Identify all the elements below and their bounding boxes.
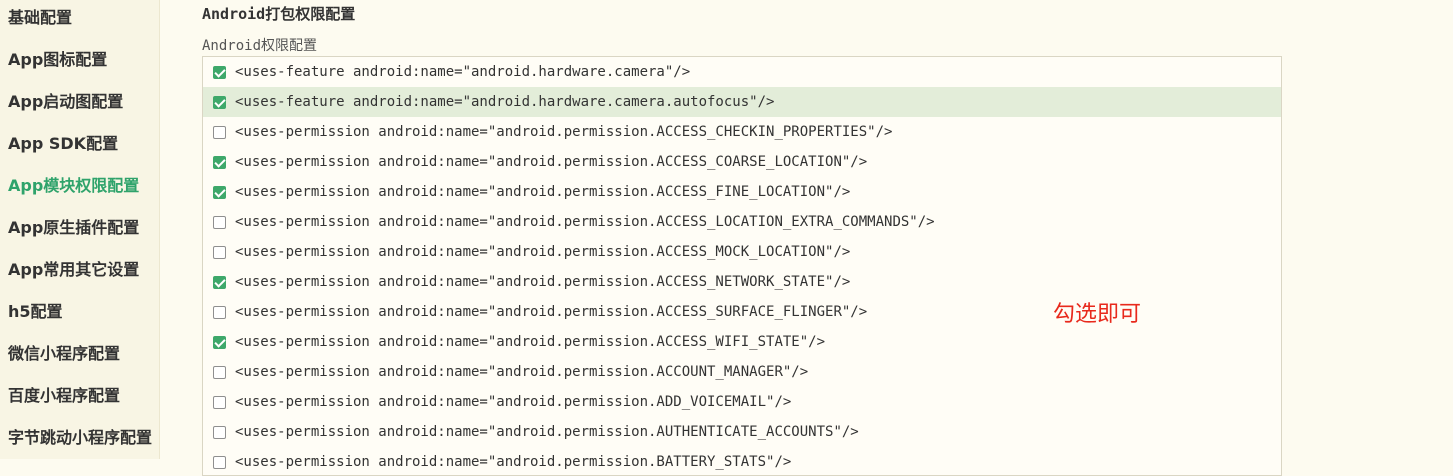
permission-row[interactable]: <uses-permission android:name="android.p… bbox=[203, 147, 1281, 177]
permission-text: <uses-feature android:name="android.hard… bbox=[235, 64, 691, 80]
permission-row[interactable]: <uses-permission android:name="android.p… bbox=[203, 117, 1281, 147]
sidebar-item-app-sdk-config[interactable]: App SDK配置 bbox=[0, 126, 159, 168]
permission-checkbox[interactable] bbox=[213, 425, 226, 439]
permission-text: <uses-permission android:name="android.p… bbox=[235, 334, 826, 350]
permission-text: <uses-permission android:name="android.p… bbox=[235, 274, 851, 290]
permission-checkbox[interactable] bbox=[213, 365, 226, 379]
permission-checkbox[interactable] bbox=[213, 95, 226, 109]
annotation-note: 勾选即可 bbox=[1053, 302, 1142, 327]
permission-row[interactable]: <uses-permission android:name="android.p… bbox=[203, 267, 1281, 297]
permission-text: <uses-permission android:name="android.p… bbox=[235, 394, 792, 410]
sidebar-item-h5-config[interactable]: h5配置 bbox=[0, 294, 159, 336]
permission-row[interactable]: <uses-permission android:name="android.p… bbox=[203, 447, 1281, 475]
permission-checkbox[interactable] bbox=[213, 155, 226, 169]
permission-text: <uses-permission android:name="android.p… bbox=[235, 304, 868, 320]
permission-checkbox[interactable] bbox=[213, 305, 226, 319]
main-content: Android打包权限配置 Android权限配置 <uses-feature … bbox=[160, 0, 1453, 476]
permission-row[interactable]: <uses-permission android:name="android.p… bbox=[203, 237, 1281, 267]
sidebar-item-weixin-miniprogram-config[interactable]: 微信小程序配置 bbox=[0, 336, 159, 378]
permission-row[interactable]: <uses-permission android:name="android.p… bbox=[203, 177, 1281, 207]
permission-text: <uses-permission android:name="android.p… bbox=[235, 244, 851, 260]
permission-row[interactable]: <uses-feature android:name="android.hard… bbox=[203, 57, 1281, 87]
permission-row[interactable]: <uses-permission android:name="android.p… bbox=[203, 327, 1281, 357]
permission-text: <uses-permission android:name="android.p… bbox=[235, 424, 859, 440]
sidebar-item-app-splash-config[interactable]: App启动图配置 bbox=[0, 84, 159, 126]
sidebar-item-basic-config[interactable]: 基础配置 bbox=[0, 0, 159, 42]
sidebar-item-toutiao-miniprogram-config[interactable]: 字节跳动小程序配置 bbox=[0, 420, 159, 459]
permission-text: <uses-feature android:name="android.hard… bbox=[235, 94, 775, 110]
permission-text: <uses-permission android:name="android.p… bbox=[235, 154, 868, 170]
sidebar: 基础配置 App图标配置 App启动图配置 App SDK配置 App模块权限配… bbox=[0, 0, 160, 459]
permission-list: <uses-feature android:name="android.hard… bbox=[202, 56, 1282, 476]
permission-text: <uses-permission android:name="android.p… bbox=[235, 454, 792, 470]
permission-row[interactable]: <uses-feature android:name="android.hard… bbox=[203, 87, 1281, 117]
permission-row[interactable]: <uses-permission android:name="android.p… bbox=[203, 387, 1281, 417]
sidebar-item-app-module-permission-config[interactable]: App模块权限配置 bbox=[0, 168, 159, 210]
permission-text: <uses-permission android:name="android.p… bbox=[235, 124, 893, 140]
permission-row[interactable]: <uses-permission android:name="android.p… bbox=[203, 417, 1281, 447]
permission-text: <uses-permission android:name="android.p… bbox=[235, 364, 809, 380]
sidebar-item-app-icon-config[interactable]: App图标配置 bbox=[0, 42, 159, 84]
permission-checkbox[interactable] bbox=[213, 245, 226, 259]
sub-title: Android权限配置 bbox=[202, 38, 318, 54]
sidebar-item-app-native-plugin-config[interactable]: App原生插件配置 bbox=[0, 210, 159, 252]
permission-checkbox[interactable] bbox=[213, 65, 226, 79]
permission-checkbox[interactable] bbox=[213, 125, 226, 139]
permission-checkbox[interactable] bbox=[213, 185, 226, 199]
section-title: Android打包权限配置 bbox=[202, 5, 356, 23]
permission-checkbox[interactable] bbox=[213, 275, 226, 289]
sidebar-item-app-other-settings[interactable]: App常用其它设置 bbox=[0, 252, 159, 294]
permission-checkbox[interactable] bbox=[213, 215, 226, 229]
permission-text: <uses-permission android:name="android.p… bbox=[235, 214, 935, 230]
permission-checkbox[interactable] bbox=[213, 395, 226, 409]
sidebar-item-baidu-miniprogram-config[interactable]: 百度小程序配置 bbox=[0, 378, 159, 420]
permission-checkbox[interactable] bbox=[213, 455, 226, 469]
permission-checkbox[interactable] bbox=[213, 335, 226, 349]
permission-row[interactable]: <uses-permission android:name="android.p… bbox=[203, 207, 1281, 237]
permission-text: <uses-permission android:name="android.p… bbox=[235, 184, 851, 200]
permission-row[interactable]: <uses-permission android:name="android.p… bbox=[203, 357, 1281, 387]
